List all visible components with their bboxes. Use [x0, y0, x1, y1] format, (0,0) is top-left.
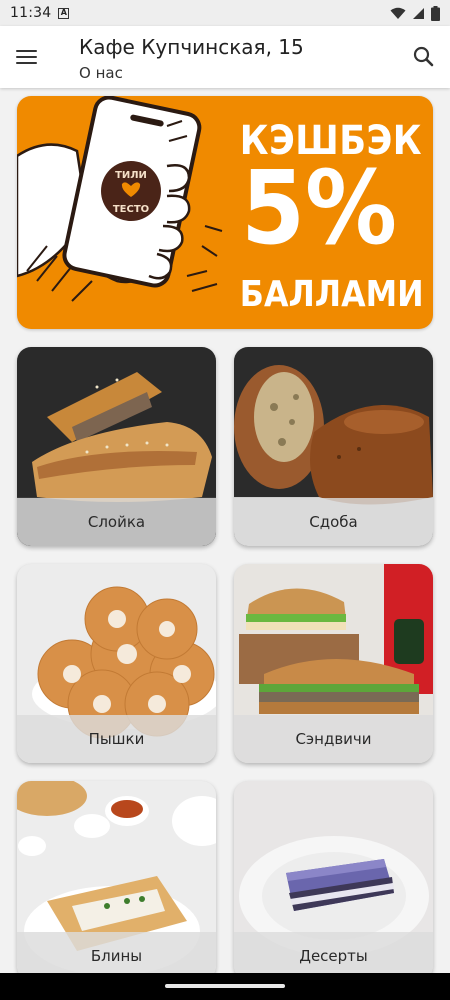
category-card-sdoba[interactable]: Сдоба — [234, 347, 433, 546]
logo-text-top: ТИЛИ — [115, 170, 147, 181]
system-navigation-bar — [0, 973, 450, 1000]
signal-icon — [413, 7, 424, 19]
wifi-icon — [390, 7, 406, 19]
status-icons — [390, 5, 440, 21]
menu-button[interactable] — [16, 43, 46, 71]
category-label: Сдоба — [309, 513, 358, 531]
category-card-sendvichi[interactable]: Сэндвичи — [234, 564, 433, 763]
search-icon — [413, 46, 434, 67]
hand-phone-illustration: ТИЛИ ТЕСТО — [17, 96, 223, 302]
search-button[interactable] — [410, 43, 438, 71]
logo-text-bottom: ТЕСТО — [113, 204, 149, 215]
status-time: 11:34 — [10, 5, 52, 21]
main-content[interactable]: ТИЛИ ТЕСТО КЭШБЭК 5% БАЛЛАМИ Слойка Сдоб… — [0, 88, 450, 973]
page-title: Кафе Купчинская, 15 — [79, 35, 304, 59]
cashback-promo-banner[interactable]: ТИЛИ ТЕСТО КЭШБЭК 5% БАЛЛАМИ — [17, 96, 433, 329]
about-link[interactable]: О нас — [79, 64, 123, 82]
category-label: Блины — [90, 947, 143, 965]
menu-icon — [16, 50, 37, 52]
category-card-deserty[interactable]: Десерты — [234, 781, 433, 973]
category-label: Слойка — [87, 513, 146, 531]
category-card-bliny[interactable]: Блины — [17, 781, 216, 973]
banner-line3: БАЛЛАМИ — [239, 274, 424, 315]
home-gesture-handle[interactable] — [165, 984, 285, 988]
category-card-pyshki[interactable]: Пышки — [17, 564, 216, 763]
status-bar: 11:34 A — [0, 0, 450, 26]
banner-line2: 5% — [241, 149, 397, 268]
category-label: Десерты — [299, 947, 368, 965]
battery-icon — [431, 5, 440, 21]
category-label: Сэндвичи — [295, 730, 372, 748]
app-bar: Кафе Купчинская, 15 О нас — [0, 26, 450, 88]
notification-icon: A — [58, 7, 70, 19]
category-label: Пышки — [88, 730, 145, 748]
category-card-sloyka[interactable]: Слойка — [17, 347, 216, 546]
